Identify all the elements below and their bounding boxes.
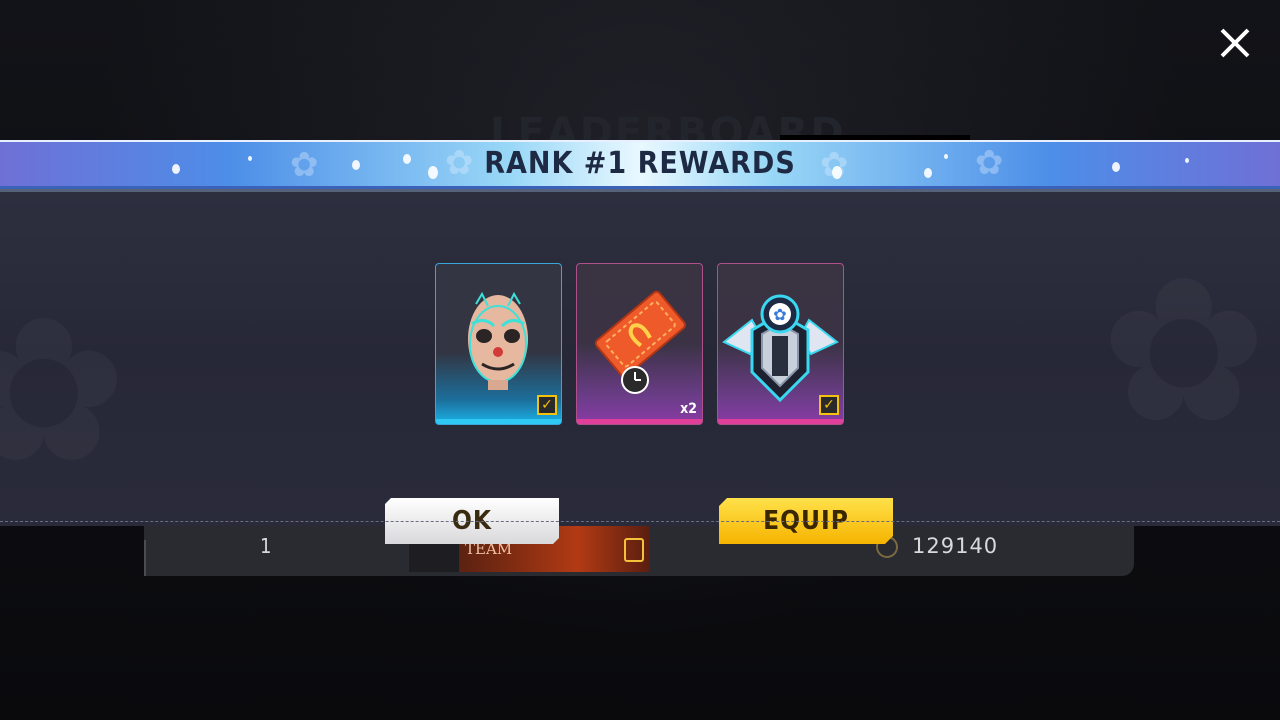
decor-flower-icon: ✿ [1100, 252, 1268, 452]
rarity-strip [718, 419, 843, 424]
close-button[interactable] [1214, 22, 1256, 64]
equipped-check-icon: ✓ [819, 395, 839, 415]
close-icon [1220, 28, 1250, 58]
modal-title: RANK #1 REWARDS [484, 146, 796, 181]
leaderboard-rank: 1 [260, 534, 272, 558]
modal-title-banner: ✿ ✿ ✿ ✿ RANK #1 REWARDS [0, 142, 1280, 189]
reward-card-emblem[interactable]: ✿ ✓ [717, 263, 844, 425]
rewards-modal: ✿ ✿ ✿ ✿ ✿ ✿ RANK #1 REWARDS ✓ [0, 140, 1280, 526]
guild-badge-icon [624, 538, 644, 562]
reward-quantity: x2 [680, 401, 697, 417]
ticket-icon [594, 290, 686, 394]
ok-button[interactable]: OK [385, 498, 559, 544]
svg-text:✿: ✿ [773, 305, 786, 324]
row-edge [144, 540, 152, 576]
equip-button[interactable]: EQUIP [719, 498, 893, 544]
decor-flower-icon: ✿ [0, 292, 128, 492]
rarity-strip [436, 419, 561, 424]
reward-card-ticket[interactable]: x2 [576, 263, 703, 425]
equipped-check-icon: ✓ [537, 395, 557, 415]
rarity-strip [577, 419, 702, 424]
leaderboard-row: 1 TEAM 129140 [144, 520, 1134, 576]
leaderboard-score: 129140 [912, 534, 999, 558]
reward-card-mask[interactable]: ✓ [435, 263, 562, 425]
